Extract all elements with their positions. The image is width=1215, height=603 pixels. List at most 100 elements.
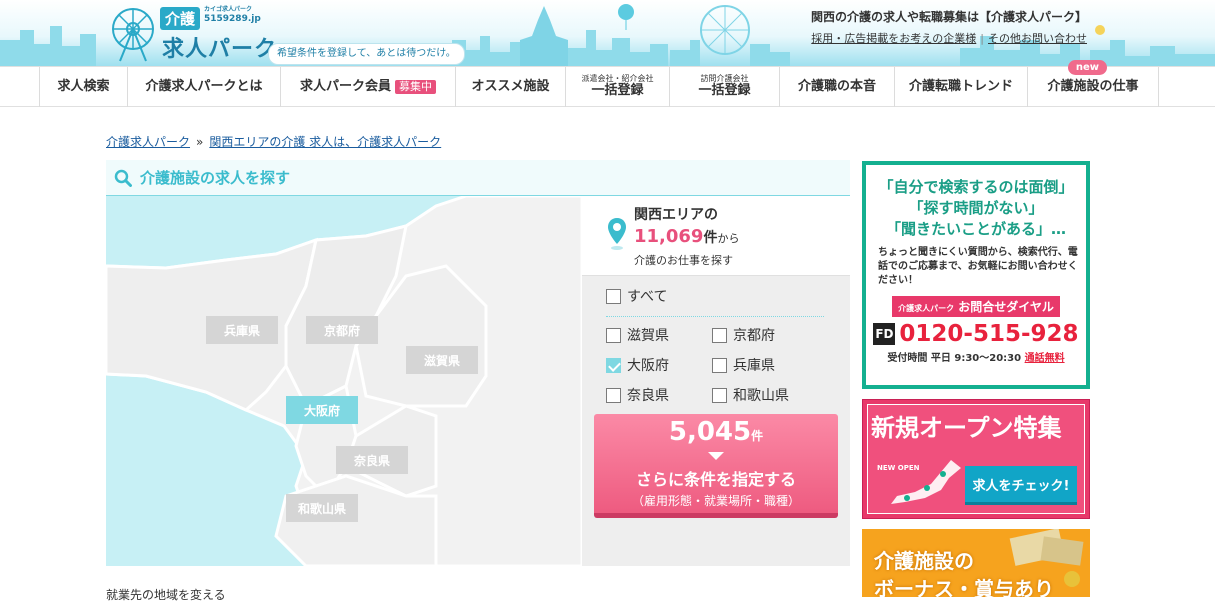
checkbox-osaka[interactable]: 大阪府 [606,355,669,375]
checkbox-label: 滋賀県 [627,328,669,344]
nav-item-visiting-register[interactable]: 訪問介護会社 一括登録 [669,67,779,107]
nav-label: 介護求人パークとは [145,78,263,94]
area-count-card: 関西エリアの 11,069件から 介護のお仕事を探す [582,196,850,276]
search-panel: 関西エリアの 11,069件から 介護のお仕事を探す すべて 滋賀県 京都府 大… [582,196,850,566]
change-area-heading: 就業先の地域を変える [106,588,226,602]
phone-number-text: 0120-515-928 [899,321,1079,347]
cta-label: さらに条件を指定する [635,470,796,489]
bonus-ad-banner[interactable]: 介護施設の ボーナス・賞与あり [862,529,1090,597]
nav-item-recommended[interactable]: オススメ施設 [455,67,565,107]
breadcrumb-home[interactable]: 介護求人パーク [106,135,190,149]
breadcrumb: 介護求人パーク » 関西エリアの介護 求人は、介護求人パーク [106,133,441,150]
ferris-wheel-logo-icon [112,8,154,62]
nav-item-trend[interactable]: 介護転職トレンド [894,67,1027,107]
contact-dial-label: 介護求人パーク お問合せダイヤル [892,296,1060,317]
advertiser-link[interactable]: 採用・広告掲載をお考えの企業様 [811,32,976,45]
nav-label: オススメ施設 [471,78,550,94]
contact-ad-banner[interactable]: 「自分で検索するのは面倒」 「探す時間がない」 「聞きたいことがある」… ちょっ… [862,161,1090,389]
map-pin-icon [608,218,626,250]
logo-small-text: カイゴ求人パーク [204,6,253,13]
global-nav: 求人検索 介護求人パークとは 求人パーク会員 募集中 オススメ施設 派遣会社・紹介… [0,60,1215,107]
area-count-from: から [717,232,740,245]
hours-text: 受付時間 平日 9:30～20:30 [887,353,1022,364]
checkbox-box[interactable] [606,387,621,403]
ad-quote: 「探す時間がない」 [908,199,1044,217]
checkbox-nara[interactable]: 奈良県 [606,385,669,405]
area-count: 11,069件から [634,226,739,247]
site-header: 介護 カイゴ求人パーク 5159289.jp 求人パーク 希望条件を登録して、あと… [0,0,1215,66]
map-pref-shiga[interactable]: 滋賀県 [406,346,478,374]
checkbox-box-checked[interactable] [606,357,621,373]
cta-count-unit: 件 [751,429,764,443]
map-pref-kyoto[interactable]: 京都府 [306,316,378,344]
business-hours: 受付時間 平日 9:30～20:30 通話無料 [866,349,1086,364]
nav-label: 求人パーク会員 [299,78,391,94]
breadcrumb-current[interactable]: 関西エリアの介護 求人は、介護求人パーク [209,135,441,149]
recruiting-badge: 募集中 [395,79,436,95]
check-jobs-button[interactable]: 求人をチェック! [965,466,1077,502]
cta-sublabel: （雇用形態・就業場所・職種） [631,494,800,508]
checkbox-shiga[interactable]: 滋賀県 [606,325,669,345]
logo-main-text: 求人パーク [162,37,278,62]
triangle-down-icon [708,452,724,460]
nav-item-honne[interactable]: 介護職の本音 [779,67,894,107]
divider [606,316,824,317]
map-pref-hyogo[interactable]: 兵庫県 [206,316,278,344]
checkbox-box[interactable] [606,327,621,343]
nav-list: 求人検索 介護求人パークとは 求人パーク会員 募集中 オススメ施設 派遣会社・紹介… [39,67,1159,107]
ad-quote: 「聞きたいことがある」… [885,220,1066,238]
contact-link[interactable]: その他お問い合わせ [988,32,1087,45]
new-badge: new [1067,60,1107,75]
checkbox-box[interactable] [712,387,727,403]
checkbox-wakayama[interactable]: 和歌山県 [712,385,789,405]
ad-title-line1: 介護施設の [874,549,974,573]
checkbox-box[interactable] [712,327,727,343]
checkbox-label: 京都府 [733,328,775,344]
pill-text: お問合せダイヤル [958,300,1054,314]
checkbox-hyogo[interactable]: 兵庫県 [712,355,775,375]
site-logo[interactable]: 介護 カイゴ求人パーク 5159289.jp 求人パーク [106,3,281,65]
map-pref-nara[interactable]: 奈良県 [336,446,408,474]
checkbox-box[interactable] [606,288,621,304]
refine-search-button[interactable]: 5,045件 さらに条件を指定する （雇用形態・就業場所・職種） [594,414,838,518]
nav-item-membership[interactable]: 求人パーク会員 募集中 [280,67,455,107]
nav-item-agency-register[interactable]: 派遣会社・紹介会社 一括登録 [565,67,669,107]
nav-item-about[interactable]: 介護求人パークとは [127,67,280,107]
checkbox-all[interactable]: すべて [606,286,667,306]
area-subtitle: 介護のお仕事を探す [634,254,733,267]
area-title: 関西エリアの [634,207,718,223]
ad-body: ちょっと聞きにくい質問から、検索代行、電話でのご応募まで、お気軽にお問い合わせく… [878,247,1078,286]
japan-map-icon [891,460,961,504]
logo-kaigo: 介護 [160,7,201,30]
map-pref-wakayama[interactable]: 和歌山県 [286,494,358,522]
checkbox-label: すべて [627,289,668,305]
checkbox-label: 和歌山県 [733,388,789,404]
logo-url: カイゴ求人パーク 5159289.jp [204,6,274,25]
pill-small: 介護求人パーク [898,304,955,313]
cta-count: 5,045件 [594,416,838,452]
header-tagline: 希望条件を登録して、あとは待つだけ。 [268,43,465,65]
breadcrumb-separator: » [196,135,204,149]
checkbox-box[interactable] [712,357,727,373]
ad-title-line2: ボーナス・賞与あり [874,577,1054,597]
nav-label: 介護転職トレンド [908,78,1013,94]
logo-url-text: 5159289.jp [204,14,261,24]
nav-label: 一括登録 [698,83,751,99]
nav-label: 介護職の本音 [797,78,876,94]
ad-title: 新規オープン特集 [871,414,1062,442]
nav-item-job-search[interactable]: 求人検索 [39,67,127,107]
header-links: 採用・広告掲載をお考えの企業様 | その他お問い合わせ [811,30,1087,46]
header-title: 関西の介護の求人や転職募集は【介護求人パーク】 [810,10,1087,24]
link-separator: | [980,32,984,45]
checkbox-label: 兵庫県 [733,358,775,374]
new-open-ad-banner[interactable]: 新規オープン特集 NEW OPEN 求人をチェック! [862,399,1090,519]
facility-search-box: 介護施設の求人を探す 兵庫県 京都府 滋賀県 大阪府 奈良県 和歌山県 関西エリ… [106,160,850,566]
map-pref-osaka[interactable]: 大阪府 [286,396,358,424]
search-title: 介護施設の求人を探す [140,169,291,187]
search-header: 介護施設の求人を探す [106,160,850,196]
nav-label: 一括登録 [591,83,644,99]
toll-free-label: 通話無料 [1024,353,1065,364]
checkbox-kyoto[interactable]: 京都府 [712,325,775,345]
nav-label: 求人検索 [57,78,110,94]
phone-number: FD 0120-515-928 [866,321,1086,347]
